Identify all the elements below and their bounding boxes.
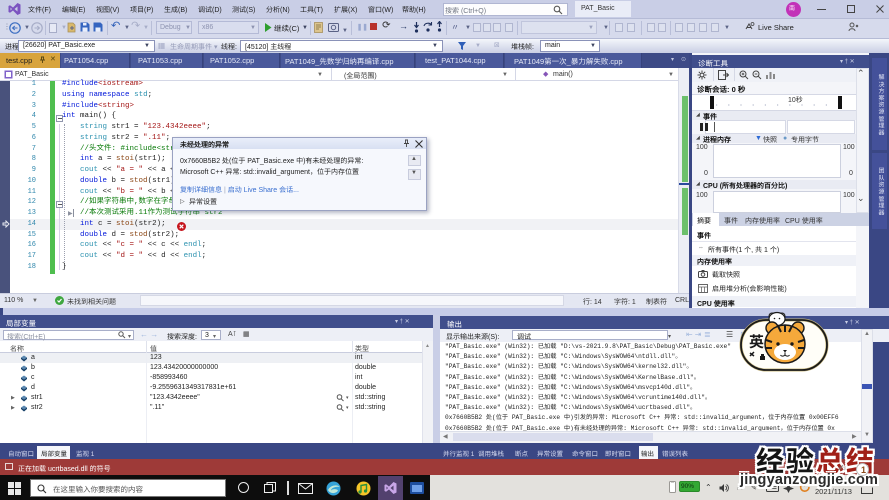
svg-text:英: 英 bbox=[749, 331, 764, 352]
